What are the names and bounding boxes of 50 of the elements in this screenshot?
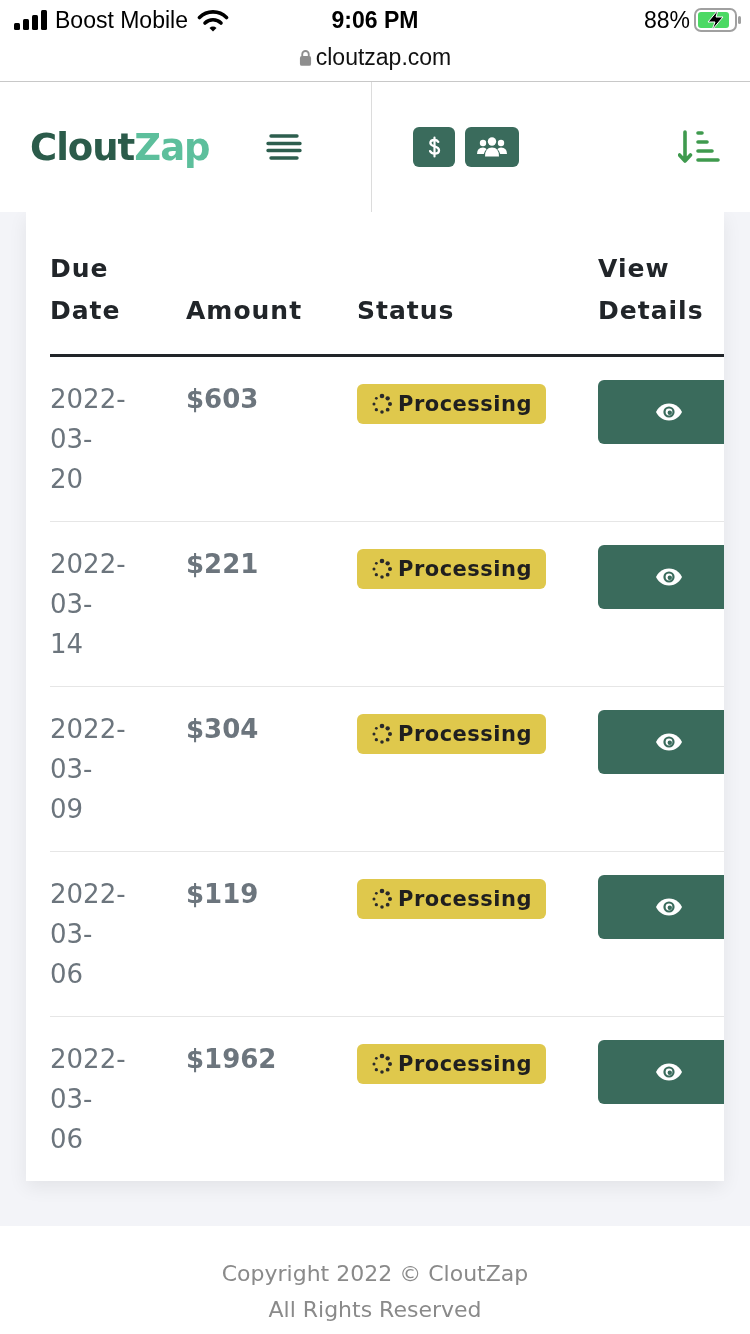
dollar-button[interactable] xyxy=(413,127,455,167)
battery-percent: 88% xyxy=(643,6,690,34)
due-date-cell-text: 2022-03-09 xyxy=(50,713,127,826)
due-date-cell-text: 2022-03-06 xyxy=(50,1043,127,1156)
dollar-icon xyxy=(426,136,442,158)
eye-icon xyxy=(655,1062,683,1082)
eye-icon xyxy=(655,567,683,587)
status-text: Processing xyxy=(398,391,533,418)
column-header: View Details xyxy=(598,253,705,327)
status-text: Processing xyxy=(398,886,533,913)
amount-cell-text: $1962 xyxy=(186,1043,277,1076)
lock-icon xyxy=(298,49,312,66)
status-text: Processing xyxy=(398,556,533,583)
copyright-text: Copyright 2022 © CloutZap xyxy=(221,1260,529,1288)
amount-cell-text: $304 xyxy=(186,713,259,746)
spinner-icon xyxy=(371,558,393,580)
spinner-icon xyxy=(371,1053,393,1075)
status-text: Processing xyxy=(398,1051,533,1078)
view-button[interactable] xyxy=(598,545,724,609)
amount-cell-text: $221 xyxy=(186,548,259,581)
signal-icon xyxy=(14,10,48,30)
spinner-icon xyxy=(371,888,393,910)
users-icon xyxy=(477,137,507,157)
status-text: Processing xyxy=(398,721,533,748)
spinner-icon xyxy=(371,393,393,415)
view-button[interactable] xyxy=(598,1040,724,1104)
sort-icon[interactable] xyxy=(678,129,720,165)
eye-icon xyxy=(655,897,683,917)
url-text[interactable]: cloutzap.com xyxy=(315,44,452,71)
clock-time: 9:06 PM xyxy=(331,6,419,34)
menu-icon[interactable] xyxy=(265,134,302,160)
view-button[interactable] xyxy=(598,875,724,939)
logo[interactable]: CloutZap xyxy=(30,128,210,166)
eye-icon xyxy=(655,402,683,422)
view-button[interactable] xyxy=(598,380,724,444)
amount-cell-text: $119 xyxy=(186,878,259,911)
due-date-cell-text: 2022-03-14 xyxy=(50,548,127,661)
rights-text: All Rights Reserved xyxy=(268,1296,482,1324)
users-button[interactable] xyxy=(465,127,519,167)
column-header: Status xyxy=(357,295,456,327)
due-date-cell-text: 2022-03-06 xyxy=(50,878,127,991)
column-header: Due Date xyxy=(50,253,122,327)
eye-icon xyxy=(655,732,683,752)
amount-cell-text: $603 xyxy=(186,383,259,416)
carrier-name: Boost Mobile xyxy=(55,6,188,34)
view-button[interactable] xyxy=(598,710,724,774)
column-header: Amount xyxy=(186,295,304,327)
wifi-icon xyxy=(196,8,229,32)
due-date-cell-text: 2022-03-20 xyxy=(50,383,127,496)
spinner-icon xyxy=(371,723,393,745)
